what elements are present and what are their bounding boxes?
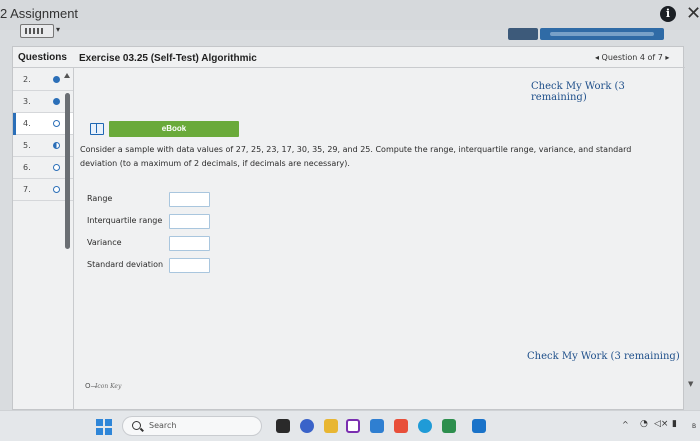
volume-icon[interactable]: ◁× — [654, 419, 668, 429]
question-number: 5. — [23, 141, 31, 150]
iqr-label: Interquartile range — [87, 216, 163, 225]
status-dot-icon — [53, 120, 60, 127]
page-scroll-down-icon[interactable]: ▼ — [688, 380, 693, 388]
question-number: 6. — [23, 163, 31, 172]
question-text: Consider a sample with data values of 27… — [80, 145, 632, 168]
status-dot-icon — [53, 164, 60, 171]
check-my-work-link-top[interactable]: Check My Work (3 remaining) — [531, 81, 683, 103]
question-number: 4. — [23, 119, 31, 128]
ebook-button[interactable]: eBook — [109, 121, 239, 137]
status-dot-icon — [53, 98, 60, 105]
status-dot-icon — [53, 186, 60, 193]
store-app-icon[interactable] — [442, 419, 456, 433]
question-item[interactable]: 3. — [13, 91, 73, 113]
keyboard-icon[interactable] — [20, 24, 54, 38]
chat-app-icon[interactable] — [300, 419, 314, 433]
wifi-icon[interactable]: ◔ — [640, 419, 648, 429]
taskbar-search[interactable]: Search — [122, 416, 262, 436]
folder-app-icon[interactable] — [324, 419, 338, 433]
range-label: Range — [87, 194, 113, 203]
edge-browser-icon[interactable] — [418, 419, 432, 433]
iqr-input[interactable] — [169, 214, 210, 229]
mail-app-icon[interactable] — [346, 419, 360, 433]
sidebar-divider — [73, 67, 74, 411]
exercise-title: Exercise 03.25 (Self-Test) Algorithmic — [79, 53, 257, 64]
toolbar: ▾ — [0, 24, 700, 46]
tray-chevron-up-icon[interactable]: ^ — [622, 420, 629, 429]
check-my-work-link-bottom[interactable]: Check My Work (3 remaining) — [527, 351, 680, 362]
info-icon[interactable]: i — [660, 6, 676, 22]
window-title: 2 Assignment — [0, 6, 79, 21]
toolbar-button[interactable] — [508, 28, 538, 40]
settings-app-icon[interactable] — [370, 419, 384, 433]
variance-label: Variance — [87, 238, 122, 247]
status-dot-icon — [53, 142, 60, 149]
search-icon — [132, 421, 141, 430]
app-icon[interactable] — [394, 419, 408, 433]
close-icon[interactable]: ✕ — [686, 3, 700, 24]
std-dev-input[interactable] — [169, 258, 210, 273]
scroll-up-icon[interactable] — [64, 73, 70, 78]
questions-header: Questions — [18, 52, 67, 63]
status-dot-icon — [53, 76, 60, 83]
windows-start-icon[interactable] — [96, 419, 112, 435]
taskbar: Search ^ ◔ ◁× ▮ B — [0, 410, 700, 441]
teams-app-icon[interactable] — [472, 419, 486, 433]
file-explorer-app-icon[interactable] — [276, 419, 290, 433]
icon-key-link[interactable]: Icon Key — [95, 383, 121, 390]
question-item[interactable]: 7. — [13, 179, 73, 201]
question-navigator[interactable]: ◂ Question 4 of 7 ▸ — [595, 53, 669, 62]
variance-input[interactable] — [169, 236, 210, 251]
search-placeholder: Search — [149, 421, 177, 430]
question-item[interactable]: 6. — [13, 157, 73, 179]
question-number: 2. — [23, 75, 31, 84]
toolbar-button-wide[interactable] — [540, 28, 664, 40]
question-item-current[interactable]: 4. — [13, 113, 73, 135]
header-divider — [13, 67, 685, 68]
question-number: 7. — [23, 185, 31, 194]
assignment-panel: Questions Exercise 03.25 (Self-Test) Alg… — [12, 46, 685, 411]
book-icon[interactable] — [90, 123, 104, 135]
std-dev-label: Standard deviation — [87, 260, 164, 269]
sidebar-scrollbar[interactable] — [65, 93, 70, 249]
battery-icon[interactable]: ▮ — [672, 419, 677, 429]
question-number: 3. — [23, 97, 31, 106]
chevron-down-icon[interactable]: ▾ — [56, 25, 60, 34]
range-input[interactable] — [169, 192, 210, 207]
question-item[interactable]: 5. — [13, 135, 73, 157]
tray-overflow[interactable]: B — [692, 423, 696, 430]
